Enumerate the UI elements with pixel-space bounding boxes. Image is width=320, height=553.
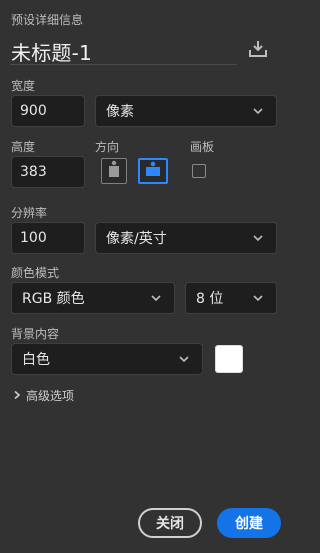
chevron-down-icon (252, 232, 264, 244)
bit-depth-value: 8 位 (196, 291, 224, 307)
width-value: 900 (20, 103, 47, 119)
resolution-label: 分辨率 (11, 206, 48, 220)
advanced-options-label: 高级选项 (26, 389, 75, 403)
resolution-unit-select[interactable]: 像素/英寸 (95, 222, 277, 254)
width-input[interactable]: 900 (11, 95, 85, 127)
color-mode-select[interactable]: RGB 颜色 (11, 282, 175, 314)
chevron-down-icon (252, 105, 264, 117)
height-value: 383 (20, 164, 47, 180)
landscape-orientation-button[interactable] (138, 158, 168, 184)
portrait-orientation-icon (107, 160, 121, 182)
background-contents-value: 白色 (22, 352, 50, 368)
color-mode-value: RGB 颜色 (22, 291, 85, 307)
width-label: 宽度 (11, 79, 36, 93)
background-contents-label: 背景内容 (11, 327, 60, 341)
height-input[interactable]: 383 (11, 156, 85, 188)
resolution-value: 100 (20, 230, 47, 246)
document-name-underline (10, 64, 237, 65)
chevron-down-icon (178, 353, 190, 365)
bit-depth-select[interactable]: 8 位 (185, 282, 277, 314)
advanced-options-toggle[interactable]: 高级选项 (12, 387, 74, 404)
resolution-unit-value: 像素/英寸 (106, 231, 167, 247)
chevron-down-icon (150, 292, 162, 304)
artboard-checkbox[interactable] (192, 164, 206, 178)
preset-details-label: 预设详细信息 (11, 13, 84, 27)
width-unit-select[interactable]: 像素 (95, 95, 277, 127)
close-button[interactable]: 关闭 (138, 508, 202, 538)
portrait-orientation-button[interactable] (101, 158, 127, 184)
create-button[interactable]: 创建 (217, 508, 281, 538)
chevron-down-icon (252, 292, 264, 304)
height-label: 高度 (11, 140, 36, 154)
document-name-input[interactable]: 未标题-1 (11, 37, 92, 66)
landscape-orientation-icon (144, 160, 162, 182)
background-contents-select[interactable]: 白色 (11, 343, 203, 375)
background-color-swatch[interactable] (215, 345, 243, 373)
color-mode-label: 颜色模式 (11, 266, 60, 280)
artboard-label: 画板 (190, 140, 215, 154)
chevron-right-icon (12, 389, 22, 403)
width-unit-value: 像素 (106, 104, 134, 120)
save-preset-icon[interactable] (247, 40, 269, 58)
orientation-label: 方向 (95, 140, 120, 154)
resolution-input[interactable]: 100 (11, 222, 85, 254)
